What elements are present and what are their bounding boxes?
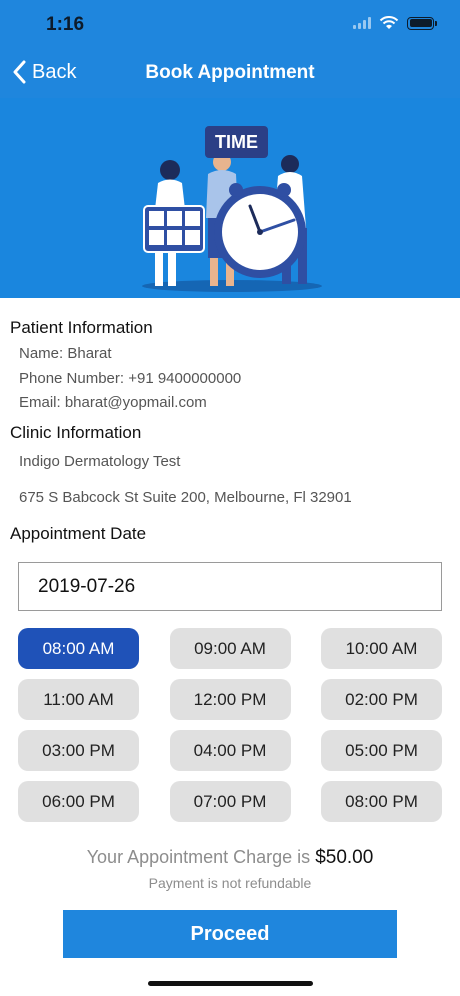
- time-slot-grid: 08:00 AM 09:00 AM 10:00 AM 11:00 AM 12:0…: [18, 628, 442, 822]
- time-slot[interactable]: 07:00 PM: [169, 781, 291, 822]
- time-slot[interactable]: 11:00 AM: [18, 679, 139, 720]
- battery-icon: [407, 16, 437, 30]
- patient-name: Name: Bharat: [19, 345, 112, 362]
- wifi-icon: [379, 16, 399, 29]
- svg-text:TIME: TIME: [215, 132, 258, 152]
- time-slot[interactable]: 04:00 PM: [169, 730, 291, 771]
- charge-label: Your Appointment Charge is: [86, 847, 311, 867]
- patient-email: Email: bharat@yopmail.com: [19, 394, 207, 411]
- clinic-info-title: Clinic Information: [10, 423, 142, 442]
- status-icons: [353, 16, 437, 30]
- calendar-icon: [143, 205, 205, 253]
- home-indicator: [148, 981, 313, 986]
- time-slot[interactable]: 12:00 PM: [169, 679, 291, 720]
- appointment-date-field[interactable]: 2019-07-26: [18, 562, 442, 611]
- time-slot[interactable]: 08:00 AM: [18, 628, 139, 669]
- refund-note: Payment is not refundable: [148, 875, 312, 891]
- time-slot[interactable]: 08:00 PM: [321, 781, 442, 822]
- appointment-date-title: Appointment Date: [10, 524, 147, 543]
- clinic-address: 675 S Babcock St Suite 200, Melbourne, F…: [19, 489, 352, 506]
- status-time: 1:16: [46, 14, 85, 35]
- hero-illustration: TIME: [0, 98, 460, 298]
- time-slot[interactable]: 02:00 PM: [321, 679, 442, 720]
- time-slot[interactable]: 05:00 PM: [321, 730, 442, 771]
- charge-amount: $50.00: [315, 847, 374, 868]
- clinic-name: Indigo Dermatology Test: [19, 453, 181, 470]
- page-title: Book Appointment: [145, 62, 315, 83]
- proceed-button[interactable]: Proceed: [63, 910, 397, 958]
- time-badge-icon: TIME: [205, 126, 268, 158]
- patient-phone: Phone Number: +91 9400000000: [19, 370, 242, 387]
- signal-icon: [353, 17, 371, 29]
- status-bar: 1:16: [0, 0, 460, 48]
- patient-info-title: Patient Information: [10, 318, 153, 337]
- appointment-charge: Your Appointment Charge is $50.00: [0, 847, 460, 869]
- time-slot[interactable]: 10:00 AM: [321, 628, 442, 669]
- time-slot[interactable]: 03:00 PM: [18, 730, 139, 771]
- time-slot[interactable]: 06:00 PM: [18, 781, 139, 822]
- time-slot[interactable]: 09:00 AM: [169, 628, 291, 669]
- time-illustration: TIME: [142, 126, 322, 292]
- navigation-bar: Back Book Appointment: [0, 48, 460, 98]
